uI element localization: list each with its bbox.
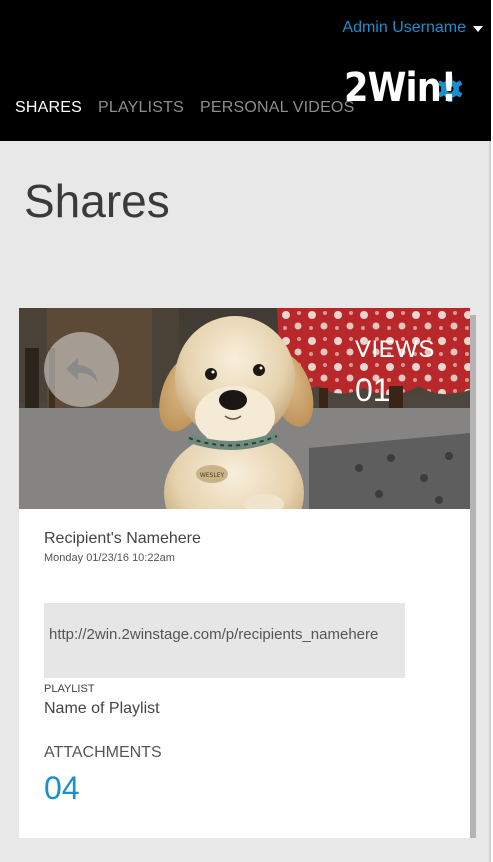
reply-arrow-icon — [65, 357, 98, 383]
top-header: Admin Username SHARES PLAYLISTS PERSONAL… — [0, 0, 491, 141]
video-thumbnail[interactable]: WESLEY VIEWS 01 — [19, 308, 470, 509]
views-label: VIEWS — [355, 336, 435, 363]
app-frame: Admin Username SHARES PLAYLISTS PERSONAL… — [0, 0, 491, 862]
share-card: WESLEY VIEWS 01 Recipient's Namehere Mon… — [19, 308, 470, 838]
nav-personal-videos[interactable]: PERSONAL VIDEOS — [200, 99, 354, 117]
nav-playlists[interactable]: PLAYLISTS — [98, 99, 184, 117]
share-date: Monday 01/23/16 10:22am — [44, 552, 175, 564]
playlist-label: PLAYLIST — [44, 683, 95, 695]
page-title: Shares — [24, 175, 170, 227]
chevron-down-icon[interactable] — [473, 26, 483, 32]
username[interactable]: Admin Username — [342, 19, 466, 37]
nav-shares[interactable]: SHARES — [15, 99, 82, 117]
back-button[interactable] — [44, 332, 119, 407]
share-link-field[interactable]: http://2win.2winstage.com/p/recipients_n… — [44, 603, 405, 678]
main-nav: SHARES PLAYLISTS PERSONAL VIDEOS — [15, 99, 354, 117]
playlist-name: Name of Playlist — [44, 700, 160, 717]
attachments-label: ATTACHMENTS — [44, 744, 162, 761]
logo-text: 2Win! — [344, 65, 457, 111]
dog-tag-text: WESLEY — [200, 472, 225, 479]
logo[interactable]: 2Win! — [344, 64, 464, 112]
user-menu[interactable]: Admin Username — [342, 19, 483, 37]
attachments-count[interactable]: 04 — [44, 770, 80, 807]
recipient-name: Recipient's Namehere — [44, 530, 201, 547]
views-count: 01 — [355, 372, 391, 408]
